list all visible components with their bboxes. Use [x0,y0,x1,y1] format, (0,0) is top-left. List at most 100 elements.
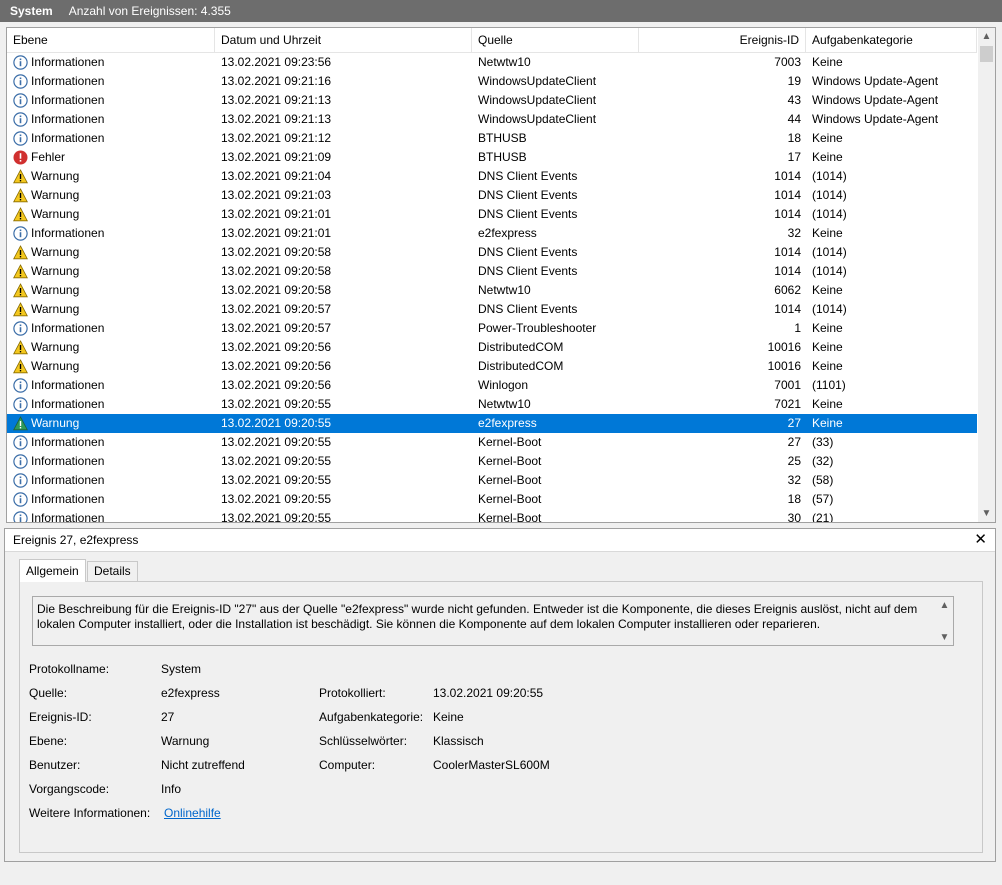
table-row[interactable]: Warnung 13.02.2021 09:21:04 DNS Client Eve… [7,167,977,186]
level-text: Warnung [31,302,80,316]
table-row[interactable]: Informationen 13.02.2021 09:21:12 BTHUSB 18… [7,129,977,148]
date-cell: 13.02.2021 09:20:55 [221,454,332,468]
level-text: Informationen [31,378,105,392]
level-text: Informationen [31,74,105,88]
table-row[interactable]: Informationen 13.02.2021 09:21:16 WindowsU… [7,72,977,91]
date-cell: 13.02.2021 09:20:55 [221,511,332,523]
category-cell: (57) [812,492,834,506]
table-row[interactable]: Fehler 13.02.2021 09:21:09 BTHUSB 17 Keine [7,148,977,167]
table-row[interactable]: Warnung 13.02.2021 09:20:56 DistributedCOM… [7,357,977,376]
online-help-link[interactable]: Onlinehilfe [164,806,221,820]
tab-details[interactable]: Details [87,561,138,581]
source-cell: Netwtw10 [478,283,531,297]
level-cell: Informationen [13,509,213,522]
warning-icon [13,207,28,222]
level-text: Informationen [31,454,105,468]
table-row[interactable]: Informationen 13.02.2021 09:21:13 WindowsU… [7,110,977,129]
column-header-event-id[interactable]: Ereignis-ID [639,28,806,52]
category-cell: Keine [812,321,843,335]
description-box[interactable]: Die Beschreibung für die Ereignis-ID "27… [32,596,954,646]
source-cell: WindowsUpdateClient [478,74,597,88]
description-scrollbar[interactable]: ▲ ▼ [936,597,953,645]
source-cell: Kernel-Boot [478,492,542,506]
date-cell: 13.02.2021 09:20:57 [221,302,332,316]
table-row[interactable]: Informationen 13.02.2021 09:20:56 Winlogon… [7,376,977,395]
table-row[interactable]: Warnung 13.02.2021 09:20:57 DNS Client Eve… [7,300,977,319]
more-info-label: Weitere Informationen: [29,806,151,820]
table-row[interactable]: Warnung 13.02.2021 09:21:03 DNS Client Eve… [7,186,977,205]
level-text: Warnung [31,264,80,278]
level-cell: Informationen [13,395,213,414]
warning-icon [13,340,28,355]
event-id-cell: 32 [787,473,801,487]
table-row[interactable]: Informationen 13.02.2021 09:20:55 Kernel-B… [7,490,977,509]
level-text: Warnung [31,245,80,259]
warning-icon [13,416,28,431]
source-cell: Kernel-Boot [478,511,542,523]
date-cell: 13.02.2021 09:20:56 [221,359,332,373]
warning-icon [13,283,28,298]
info-icon [13,378,28,393]
level-text: Informationen [31,435,105,449]
general-tab-panel: Die Beschreibung für die Ereignis-ID "27… [19,581,983,853]
table-row[interactable]: Informationen 13.02.2021 09:20:55 Kernel-B… [7,433,977,452]
scroll-thumb[interactable] [980,46,993,62]
column-header-date[interactable]: Datum und Uhrzeit [215,28,472,52]
task-category-value: Keine [433,710,464,724]
level-text: Warnung [31,340,80,354]
column-header-row: Ebene Datum und Uhrzeit Quelle Ereignis-… [7,28,977,53]
scroll-up-arrow[interactable]: ▲ [978,28,995,45]
table-row[interactable]: Informationen 13.02.2021 09:21:01 e2fexpre… [7,224,977,243]
category-cell: Keine [812,340,843,354]
table-row[interactable]: Warnung 13.02.2021 09:20:58 Netwtw10 6062 Ke… [7,281,977,300]
table-row[interactable]: Warnung 13.02.2021 09:20:58 DNS Client Eve… [7,243,977,262]
category-cell: Keine [812,416,843,430]
chevron-up-icon[interactable]: ▲ [936,597,953,613]
scroll-down-arrow[interactable]: ▼ [978,505,995,522]
info-icon [13,112,28,127]
level-cell: Warnung [13,357,213,376]
category-cell: (1014) [812,264,847,278]
close-icon[interactable]: ✕ [974,529,987,551]
event-id-cell: 30 [787,511,801,523]
level-text: Warnung [31,359,80,373]
list-scrollbar[interactable]: ▲ ▼ [978,28,995,522]
table-row[interactable]: Informationen 13.02.2021 09:20:55 Kernel-B… [7,509,977,523]
table-row[interactable]: Warnung 13.02.2021 09:20:56 DistributedCOM… [7,338,977,357]
category-cell: Windows Update-Agent [812,93,939,107]
tab-general[interactable]: Allgemein [19,559,86,582]
computer-label: Computer: [319,758,376,772]
table-row[interactable]: Informationen 13.02.2021 09:20:57 Power-Tr… [7,319,977,338]
event-list[interactable]: Ebene Datum und Uhrzeit Quelle Ereignis-… [6,27,996,523]
column-header-level[interactable]: Ebene [7,28,215,52]
table-row[interactable]: Warnung 13.02.2021 09:20:55 e2fexpress 27 Ke… [7,414,977,433]
category-cell: Keine [812,283,843,297]
table-row[interactable]: Warnung 13.02.2021 09:20:58 DNS Client Eve… [7,262,977,281]
chevron-down-icon[interactable]: ▼ [936,629,953,645]
level-cell: Informationen [13,376,213,395]
event-id-cell: 1 [794,321,801,335]
date-cell: 13.02.2021 09:20:55 [221,473,332,487]
table-row[interactable]: Informationen 13.02.2021 09:20:55 Kernel-B… [7,452,977,471]
date-cell: 13.02.2021 09:20:56 [221,340,332,354]
event-id-cell: 7021 [774,397,801,411]
table-row[interactable]: Informationen 13.02.2021 09:23:56 Netwtw10… [7,53,977,72]
title-bar: System Anzahl von Ereignissen: 4.355 [0,0,1002,22]
event-id-cell: 18 [787,131,801,145]
column-header-task-category[interactable]: Aufgabenkategorie [806,28,977,52]
table-row[interactable]: Informationen 13.02.2021 09:20:55 Netwtw10… [7,395,977,414]
log-name-value: System [161,662,202,676]
info-icon [13,93,28,108]
info-icon [13,226,28,241]
level-cell: Informationen [13,452,213,471]
category-cell: Keine [812,150,843,164]
table-row[interactable]: Informationen 13.02.2021 09:21:13 WindowsU… [7,91,977,110]
source-cell: Kernel-Boot [478,454,542,468]
level-cell: Informationen [13,53,213,72]
table-row[interactable]: Warnung 13.02.2021 09:21:01 DNS Client Eve… [7,205,977,224]
table-row[interactable]: Informationen 13.02.2021 09:20:55 Kernel-B… [7,471,977,490]
category-cell: (21) [812,511,834,523]
column-header-source[interactable]: Quelle [472,28,639,52]
date-cell: 13.02.2021 09:20:58 [221,245,332,259]
task-category-label: Aufgabenkategorie: [319,710,424,724]
